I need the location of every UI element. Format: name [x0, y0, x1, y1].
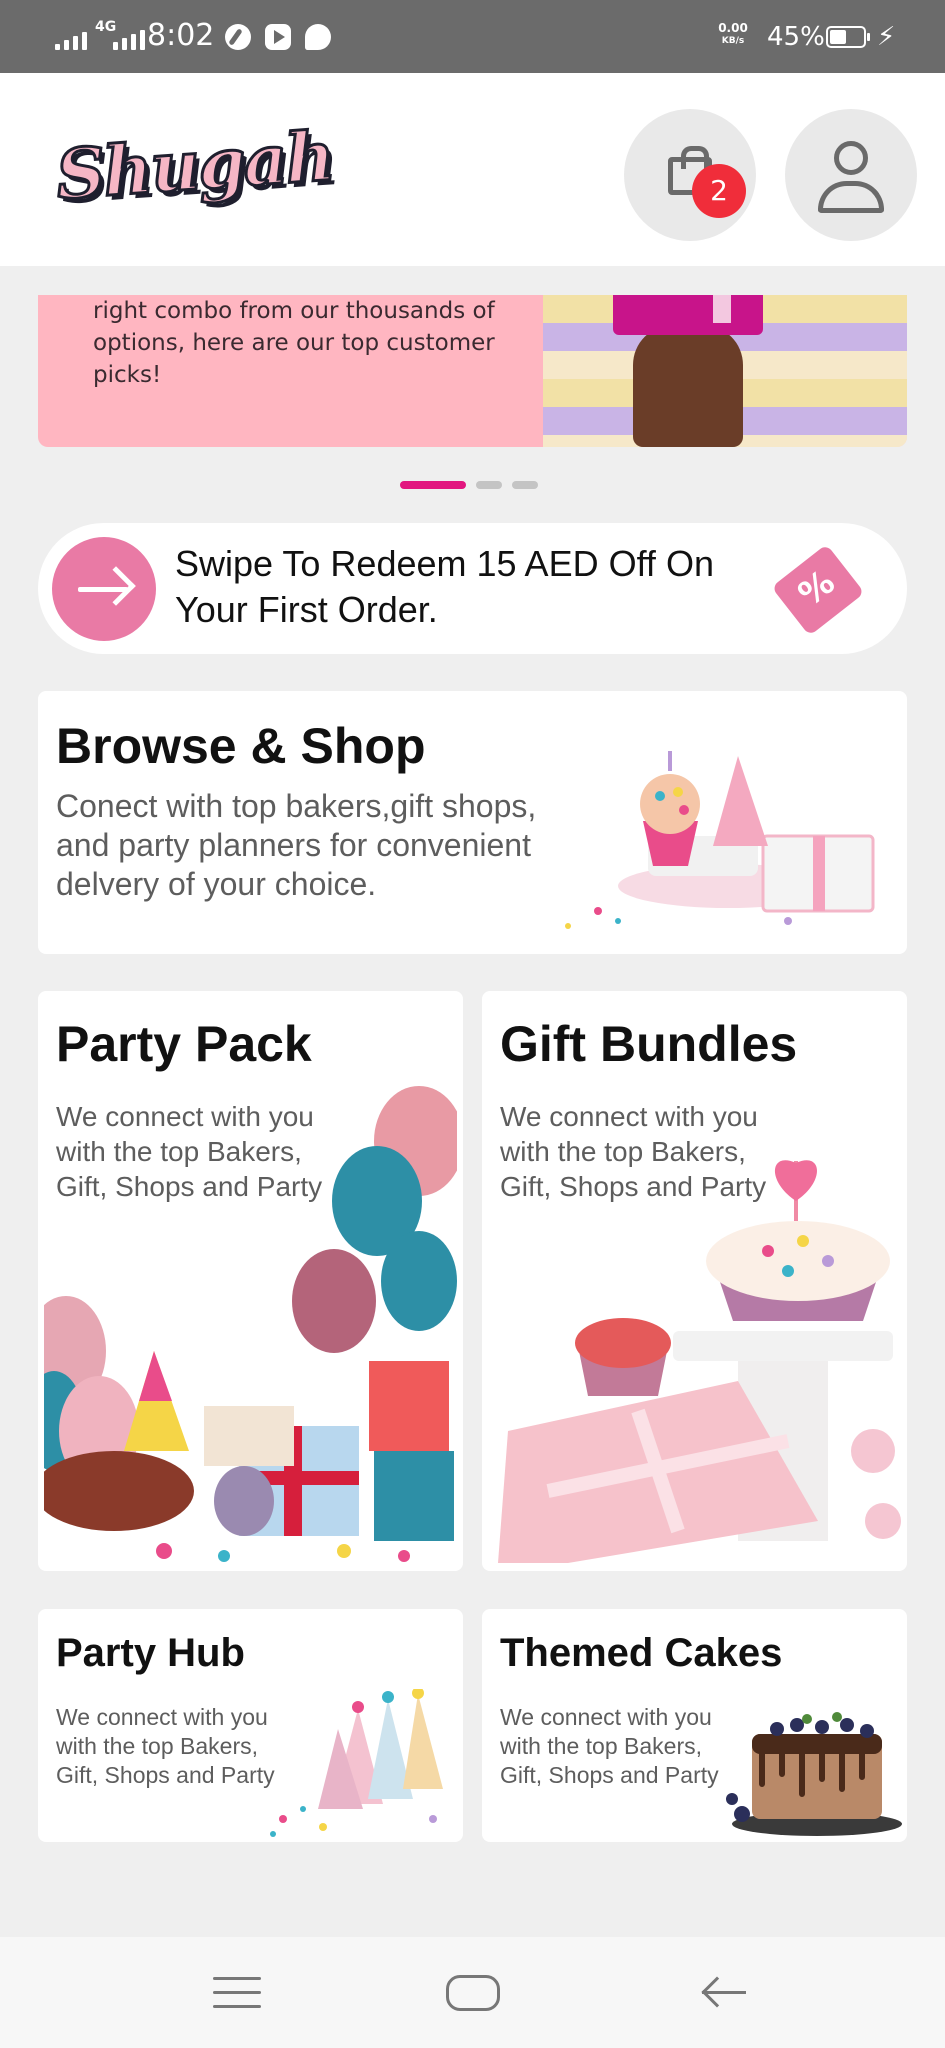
card-title: Party Hub — [56, 1631, 245, 1675]
banner-image — [543, 295, 907, 447]
network-speed: 0.00 KB/s — [718, 21, 748, 47]
card-title: Browse & Shop — [56, 718, 426, 774]
signal-icon — [55, 28, 87, 50]
chocolate-cake-image — [726, 1712, 902, 1836]
carousel-dot-active[interactable] — [400, 481, 466, 489]
chat-icon — [305, 24, 331, 50]
banner-text: right combo from our thousands of option… — [93, 298, 495, 388]
home-icon[interactable] — [446, 1975, 500, 2011]
card-description: Conect with top bakers,gift shops, and p… — [56, 788, 537, 902]
cart-count-badge: 2 — [692, 164, 746, 218]
brand-logo[interactable]: Shugah — [52, 115, 337, 225]
coupon-icon: % — [771, 544, 865, 636]
carousel-dot[interactable] — [476, 481, 502, 489]
themed-cakes-card[interactable]: Themed Cakes We connect with you with th… — [482, 1609, 907, 1842]
browse-shop-card[interactable]: Browse & Shop Conect with top bakers,gif… — [38, 691, 907, 954]
card-title: Party Pack — [56, 1016, 312, 1072]
signal-4g-icon — [113, 26, 145, 50]
swipe-handle[interactable] — [52, 537, 156, 641]
card-title: Themed Cakes — [500, 1631, 783, 1675]
status-time: 8:02 — [147, 18, 215, 53]
party-hub-card[interactable]: Party Hub We connect with you with the t… — [38, 1609, 463, 1842]
card-description: We connect with you with the top Bakers,… — [56, 1704, 275, 1788]
party-pack-card[interactable]: Party Pack We connect with you with the … — [38, 991, 463, 1571]
swipe-to-redeem[interactable]: Swipe To Redeem 15 AED Off On Your First… — [38, 523, 907, 654]
back-icon[interactable] — [700, 1976, 748, 2009]
user-icon — [834, 141, 868, 175]
leaf-icon — [225, 24, 251, 50]
gift-bundles-card[interactable]: Gift Bundles We connect with you with th… — [482, 991, 907, 1571]
status-bar: 4G 8:02 0.00 KB/s 45% ⚡ — [0, 0, 945, 73]
battery-icon — [826, 26, 870, 48]
card-title: Gift Bundles — [500, 1016, 798, 1072]
youtube-icon — [265, 24, 291, 50]
carousel-dot[interactable] — [512, 481, 538, 489]
profile-button[interactable] — [785, 109, 917, 241]
cupcake-gift-image — [565, 751, 875, 929]
app-header: Shugah 2 — [0, 73, 945, 266]
swipe-text: Swipe To Redeem 15 AED Off On Your First… — [175, 543, 714, 630]
system-navigation-bar — [0, 1937, 945, 2048]
promo-banner[interactable]: right combo from our thousands of option… — [38, 295, 907, 447]
party-hats-image — [270, 1689, 443, 1837]
card-description: We connect with you with the top Bakers,… — [56, 1101, 323, 1202]
recent-apps-icon[interactable] — [213, 1977, 261, 2009]
card-description: We connect with you with the top Bakers,… — [500, 1101, 767, 1202]
card-description: We connect with you with the top Bakers,… — [500, 1704, 719, 1788]
charging-icon: ⚡ — [877, 22, 896, 52]
battery-percent: 45% — [767, 22, 825, 52]
carousel-indicator — [400, 481, 538, 489]
